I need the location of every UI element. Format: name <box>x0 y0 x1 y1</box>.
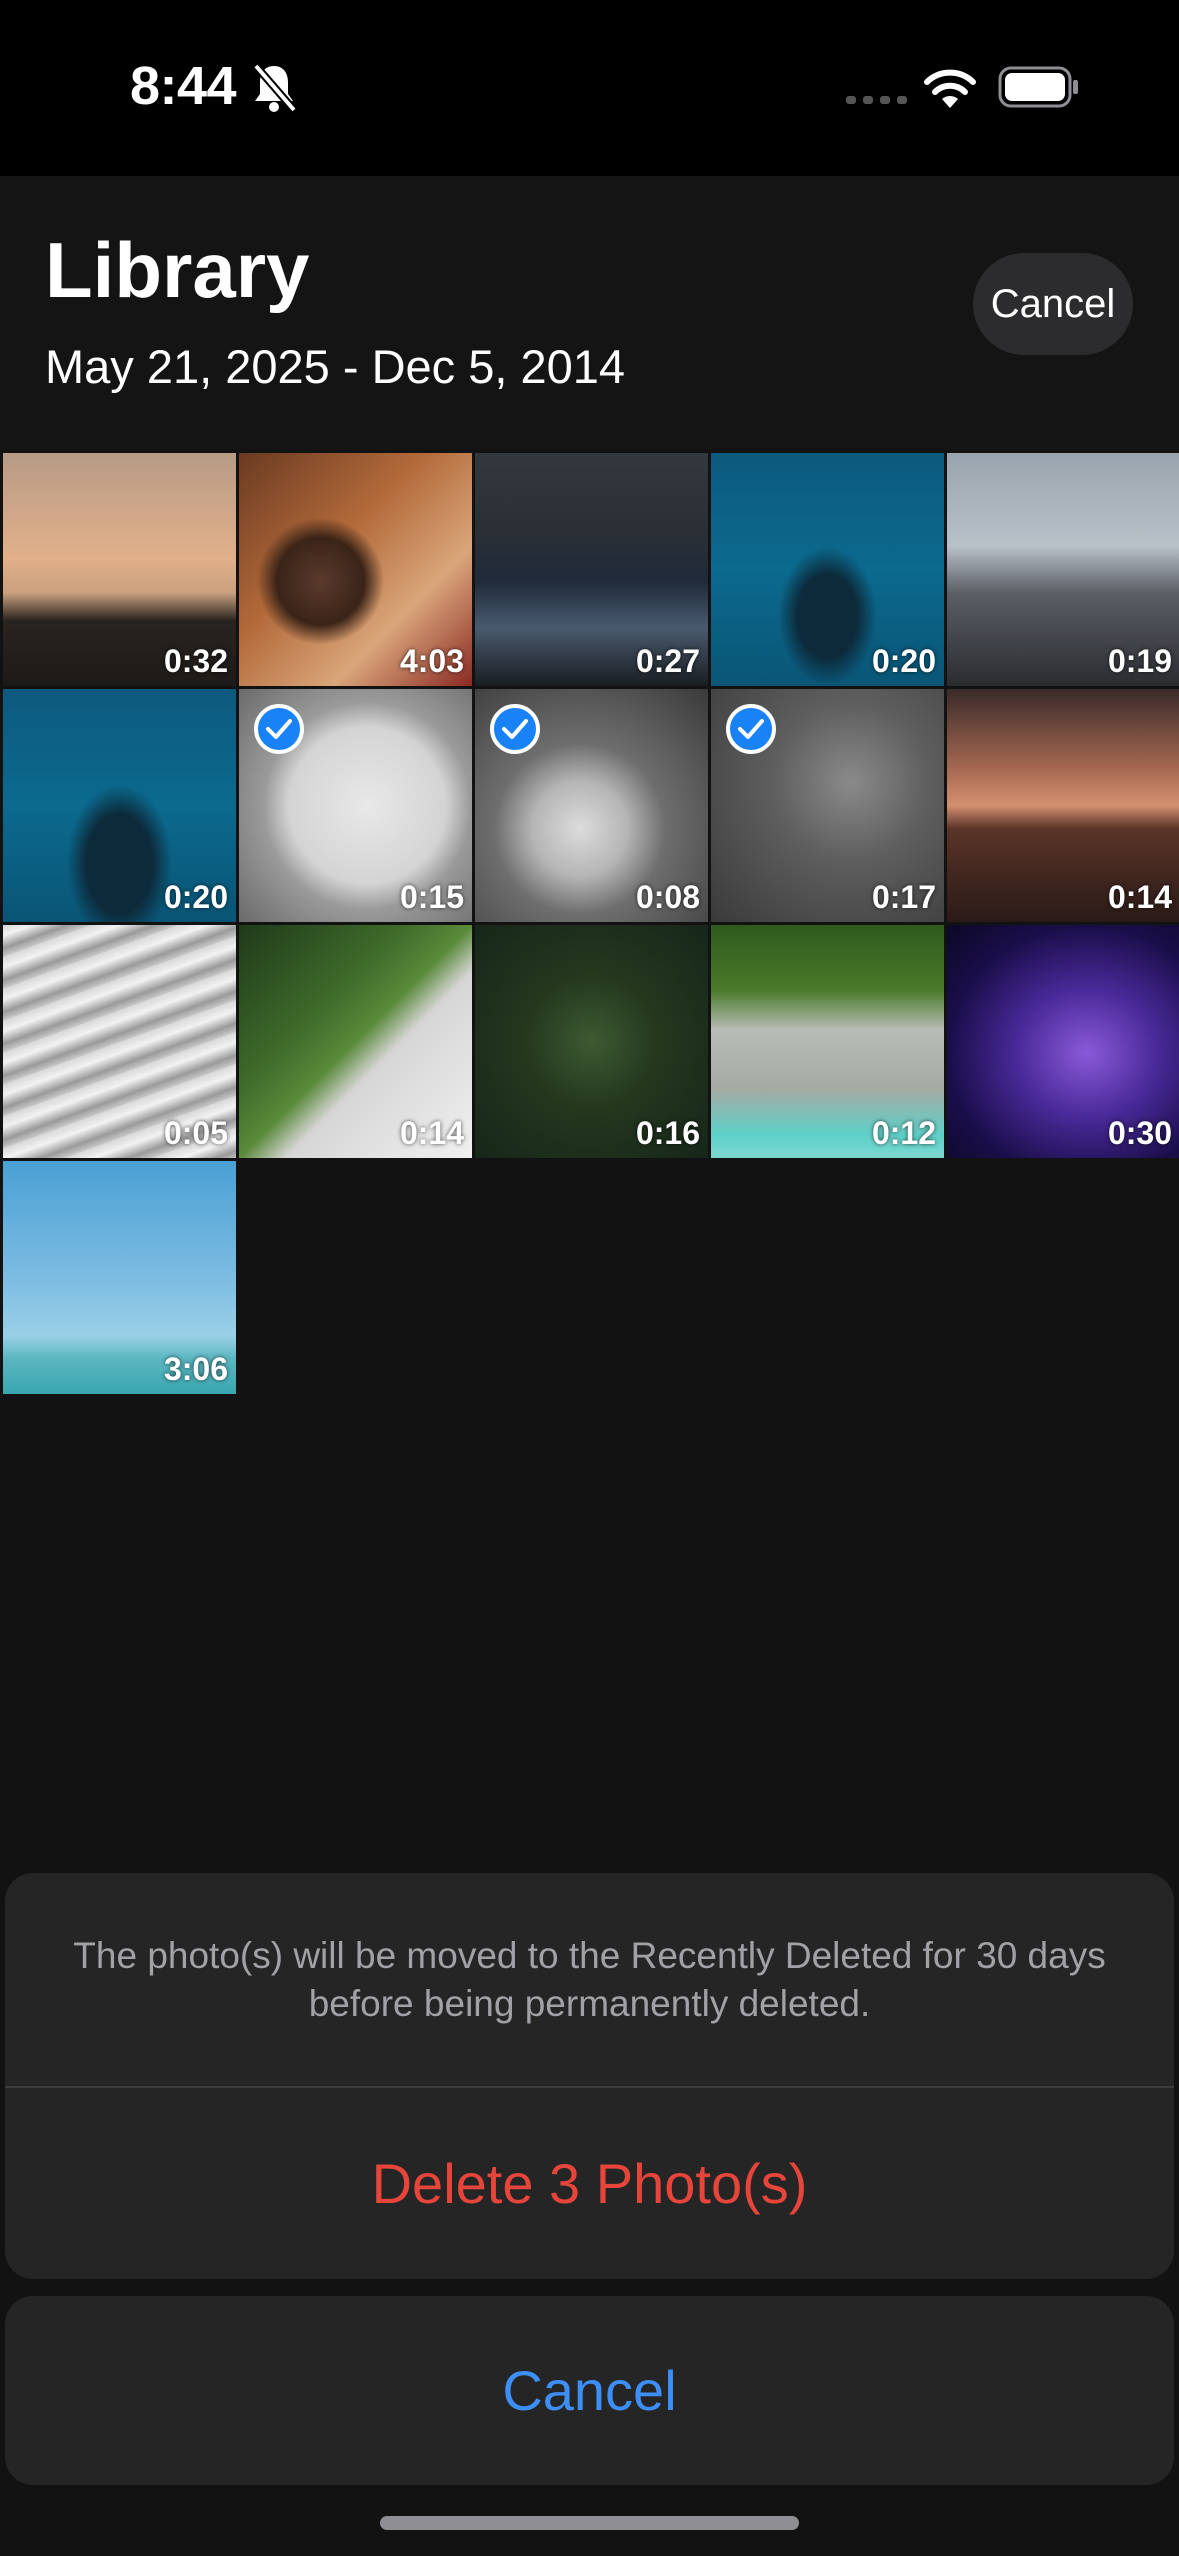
video-duration: 0:27 <box>635 643 700 679</box>
cellular-signal-icon <box>846 96 907 104</box>
status-bar: 8:44 <box>0 0 1179 176</box>
page-title: Library <box>45 226 310 314</box>
checkmark-icon <box>254 704 304 754</box>
video-thumbnail-selected[interactable]: 0:17 <box>711 689 944 922</box>
header-cancel-button[interactable]: Cancel <box>973 253 1133 355</box>
video-duration: 0:16 <box>635 1115 700 1151</box>
video-thumbnail[interactable]: 0:20 <box>3 689 236 922</box>
video-duration: 0:15 <box>399 879 464 915</box>
action-sheet-cancel-button[interactable]: Cancel <box>5 2296 1174 2485</box>
status-time: 8:44 <box>130 56 237 116</box>
video-thumbnail[interactable]: 0:16 <box>475 925 708 1158</box>
video-thumbnail[interactable]: 0:27 <box>475 453 708 686</box>
video-duration: 0:20 <box>163 879 228 915</box>
video-duration: 0:20 <box>871 643 936 679</box>
video-thumbnail-selected[interactable]: 0:08 <box>475 689 708 922</box>
video-duration: 0:14 <box>1107 879 1172 915</box>
checkmark-icon <box>726 704 776 754</box>
video-duration: 3:06 <box>163 1351 228 1387</box>
video-duration: 0:32 <box>163 643 228 679</box>
date-range: May 21, 2025 - Dec 5, 2014 <box>45 340 626 393</box>
wifi-icon <box>924 69 976 108</box>
video-thumbnail[interactable]: 3:06 <box>3 1161 236 1394</box>
battery-icon <box>998 66 1078 108</box>
video-duration: 0:12 <box>871 1115 936 1151</box>
video-duration: 4:03 <box>399 643 464 679</box>
home-indicator <box>380 2516 799 2530</box>
action-sheet: The photo(s) will be moved to the Recent… <box>5 1873 1174 2279</box>
video-thumbnail[interactable]: 0:32 <box>3 453 236 686</box>
video-duration: 0:08 <box>635 879 700 915</box>
video-thumbnail[interactable]: 0:12 <box>711 925 944 1158</box>
checkmark-icon <box>490 704 540 754</box>
video-duration: 0:19 <box>1107 643 1172 679</box>
video-duration: 0:30 <box>1107 1115 1172 1151</box>
video-thumbnail-selected[interactable]: 0:15 <box>239 689 472 922</box>
video-thumbnail[interactable]: 0:19 <box>947 453 1179 686</box>
video-thumbnail[interactable]: 0:14 <box>239 925 472 1158</box>
bell-slash-icon <box>252 63 298 113</box>
video-duration: 0:05 <box>163 1115 228 1151</box>
video-thumbnail[interactable]: 0:20 <box>711 453 944 686</box>
video-thumbnail[interactable]: 4:03 <box>239 453 472 686</box>
video-thumbnail[interactable]: 0:14 <box>947 689 1179 922</box>
video-duration: 0:17 <box>871 879 936 915</box>
video-thumbnail[interactable]: 0:30 <box>947 925 1179 1158</box>
video-duration: 0:14 <box>399 1115 464 1151</box>
video-thumbnail[interactable]: 0:05 <box>3 925 236 1158</box>
delete-photos-button[interactable]: Delete 3 Photo(s) <box>5 2088 1174 2279</box>
action-sheet-message: The photo(s) will be moved to the Recent… <box>73 1934 1106 2024</box>
